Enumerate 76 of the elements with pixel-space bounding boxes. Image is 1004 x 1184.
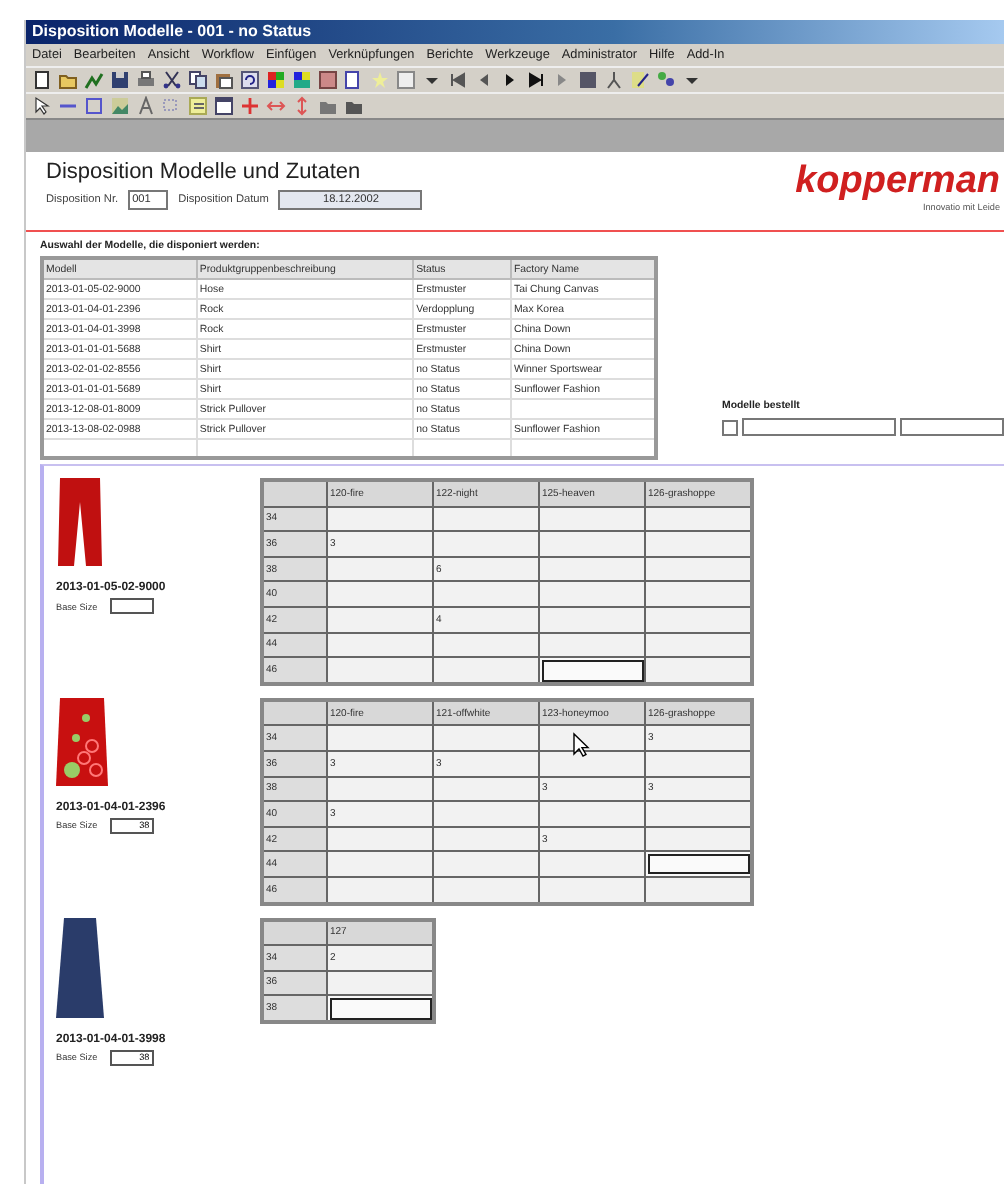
grid-cell[interactable] [539, 801, 645, 827]
grid-cell[interactable] [327, 776, 433, 802]
grid-cell[interactable] [645, 750, 752, 777]
grid-cell[interactable] [327, 725, 433, 751]
grid-cell[interactable] [327, 970, 434, 996]
grid-cell[interactable] [645, 801, 752, 827]
logo: kopperman [795, 162, 1000, 202]
grid-cell[interactable] [327, 632, 433, 658]
refresh-icon[interactable] [240, 70, 260, 90]
grid-cell[interactable] [539, 581, 645, 607]
grid-cell[interactable] [433, 876, 539, 903]
scissors-icon[interactable] [162, 70, 182, 90]
grid-cell[interactable] [433, 581, 539, 607]
grid-cell[interactable] [645, 606, 752, 633]
grid-cell[interactable] [327, 876, 433, 903]
grid-cell[interactable] [645, 506, 752, 532]
grid-cell[interactable] [645, 531, 752, 557]
form-title: Disposition Modelle und Zutaten [46, 160, 363, 184]
document-icon[interactable] [32, 70, 52, 90]
edit-icon[interactable] [630, 70, 650, 90]
input-field[interactable] [900, 418, 1004, 436]
base-size-field[interactable] [109, 598, 154, 614]
grid-cell[interactable] [327, 826, 433, 852]
grid-cell[interactable] [645, 556, 752, 582]
grid-cell[interactable] [433, 725, 539, 751]
grid-cell[interactable] [539, 876, 645, 903]
star-icon[interactable] [370, 70, 390, 90]
grid-cell[interactable] [327, 657, 433, 684]
grid-cell[interactable] [645, 851, 752, 877]
grid-cell[interactable] [433, 826, 539, 852]
grid-cell[interactable] [539, 851, 645, 877]
paste-icon[interactable] [214, 70, 234, 90]
grid-cell[interactable] [433, 851, 539, 877]
rectangle-icon[interactable] [84, 96, 104, 116]
first-record-icon[interactable] [448, 70, 468, 90]
pointer-icon[interactable] [32, 96, 52, 116]
grid-cell[interactable] [539, 632, 645, 658]
grid-cell[interactable] [645, 826, 752, 852]
grid-icon[interactable] [292, 70, 312, 90]
skirt-drawing [56, 697, 108, 786]
printer-icon[interactable] [136, 70, 156, 90]
mouse-pointer-icon [572, 732, 590, 758]
input-field[interactable] [742, 418, 896, 436]
checkbox[interactable] [722, 419, 738, 435]
grid-cell[interactable] [327, 581, 433, 607]
trousers-drawing [56, 478, 108, 566]
grid-cell[interactable] [645, 632, 752, 658]
grid-cell[interactable] [433, 657, 539, 684]
grid-cell[interactable] [645, 581, 752, 607]
grid-cell[interactable] [539, 531, 645, 557]
grid-cell[interactable] [433, 801, 539, 827]
grid-cell[interactable] [539, 556, 645, 582]
grid-cell[interactable] [539, 506, 645, 532]
last-record-icon[interactable] [526, 70, 546, 90]
skirt-drawing [56, 917, 108, 1017]
chart-icon[interactable] [84, 70, 104, 90]
grid-icon[interactable] [266, 70, 286, 90]
grid-cell[interactable] [433, 506, 539, 532]
page-icon[interactable] [344, 70, 364, 90]
grid-cell[interactable] [433, 531, 539, 557]
grid-cell[interactable] [327, 606, 433, 633]
grid-cell[interactable] [645, 876, 752, 903]
grid-cell[interactable] [433, 632, 539, 658]
copy-icon[interactable] [188, 70, 208, 90]
grid-cell[interactable] [645, 657, 752, 684]
window-title: Disposition Modelle - 001 - no Status [26, 20, 1004, 44]
grid-cell[interactable] [433, 776, 539, 802]
grid-cell[interactable] [327, 506, 433, 532]
window-icon[interactable] [214, 96, 234, 116]
grid-cell[interactable] [327, 556, 433, 582]
grid-cell[interactable] [327, 995, 434, 1022]
text-icon[interactable] [136, 96, 156, 116]
grid-cell[interactable] [327, 851, 433, 877]
grid-cell[interactable] [539, 606, 645, 633]
list-icon[interactable] [188, 96, 208, 116]
grid-cell[interactable] [539, 657, 645, 684]
